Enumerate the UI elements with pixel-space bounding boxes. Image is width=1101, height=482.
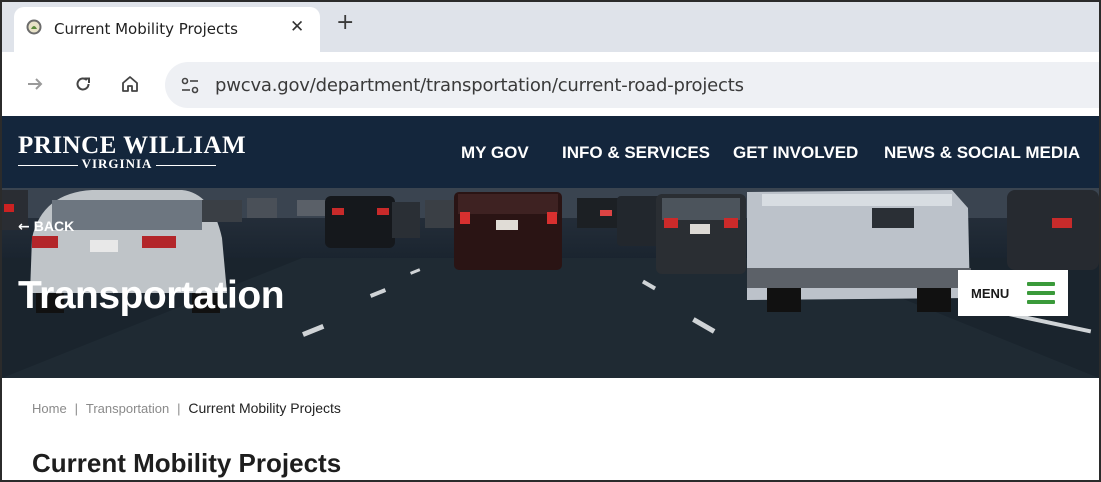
menu-label: MENU — [971, 286, 1010, 301]
back-arrow-icon: ← — [18, 219, 30, 235]
home-button[interactable] — [116, 70, 144, 98]
logo-subtitle-text: Virginia — [81, 156, 153, 171]
browser-toolbar: pwcva.gov/department/transportation/curr… — [2, 52, 1099, 116]
close-tab-icon[interactable]: ✕ — [290, 17, 304, 37]
hero-title: Transportation — [18, 274, 285, 317]
reload-icon — [76, 77, 90, 91]
hero-banner: ← BACK Transportation MENU — [2, 188, 1099, 378]
nav-news-social-media[interactable]: NEWS & SOCIAL MEDIA — [884, 143, 1080, 163]
tab-strip: Current Mobility Projects ✕ + — [2, 2, 1099, 52]
site-header: Prince William Virginia MY GOV INFO & SE… — [2, 116, 1099, 188]
menu-button[interactable]: MENU — [958, 270, 1068, 316]
breadcrumb: Home | Transportation | Current Mobility… — [32, 400, 341, 416]
new-tab-button[interactable]: + — [336, 12, 354, 34]
browser-window: Current Mobility Projects ✕ + pwcva.gov/… — [0, 0, 1101, 482]
logo-wordmark: Prince William — [18, 132, 247, 159]
breadcrumb-separator: | — [74, 401, 78, 416]
site-info-icon[interactable] — [179, 75, 201, 97]
hamburger-icon — [1027, 282, 1055, 304]
logo-subtitle: Virginia — [18, 156, 216, 172]
breadcrumb-current: Current Mobility Projects — [188, 400, 341, 416]
globe-favicon-icon — [26, 19, 42, 35]
forward-button[interactable] — [21, 70, 49, 98]
logo-rule-right — [156, 165, 216, 166]
reload-button[interactable] — [69, 70, 97, 98]
breadcrumb-transportation[interactable]: Transportation — [86, 401, 169, 416]
back-label: BACK — [33, 218, 75, 234]
forward-arrow-icon — [28, 78, 43, 90]
browser-tab[interactable]: Current Mobility Projects ✕ — [14, 7, 320, 52]
nav-info-services[interactable]: INFO & SERVICES — [562, 143, 710, 163]
breadcrumb-separator: | — [177, 401, 181, 416]
url-text[interactable]: pwcva.gov/department/transportation/curr… — [215, 75, 744, 96]
nav-get-involved[interactable]: GET INVOLVED — [733, 143, 858, 163]
page-title: Current Mobility Projects — [32, 448, 342, 478]
breadcrumb-home[interactable]: Home — [32, 401, 67, 416]
home-icon — [122, 76, 138, 92]
back-link[interactable]: ← BACK — [18, 218, 74, 235]
nav-my-gov[interactable]: MY GOV — [461, 143, 529, 163]
address-bar[interactable]: pwcva.gov/department/transportation/curr… — [165, 62, 1099, 108]
tab-title: Current Mobility Projects — [54, 20, 238, 38]
prince-william-logo[interactable]: Prince William Virginia — [18, 132, 246, 172]
